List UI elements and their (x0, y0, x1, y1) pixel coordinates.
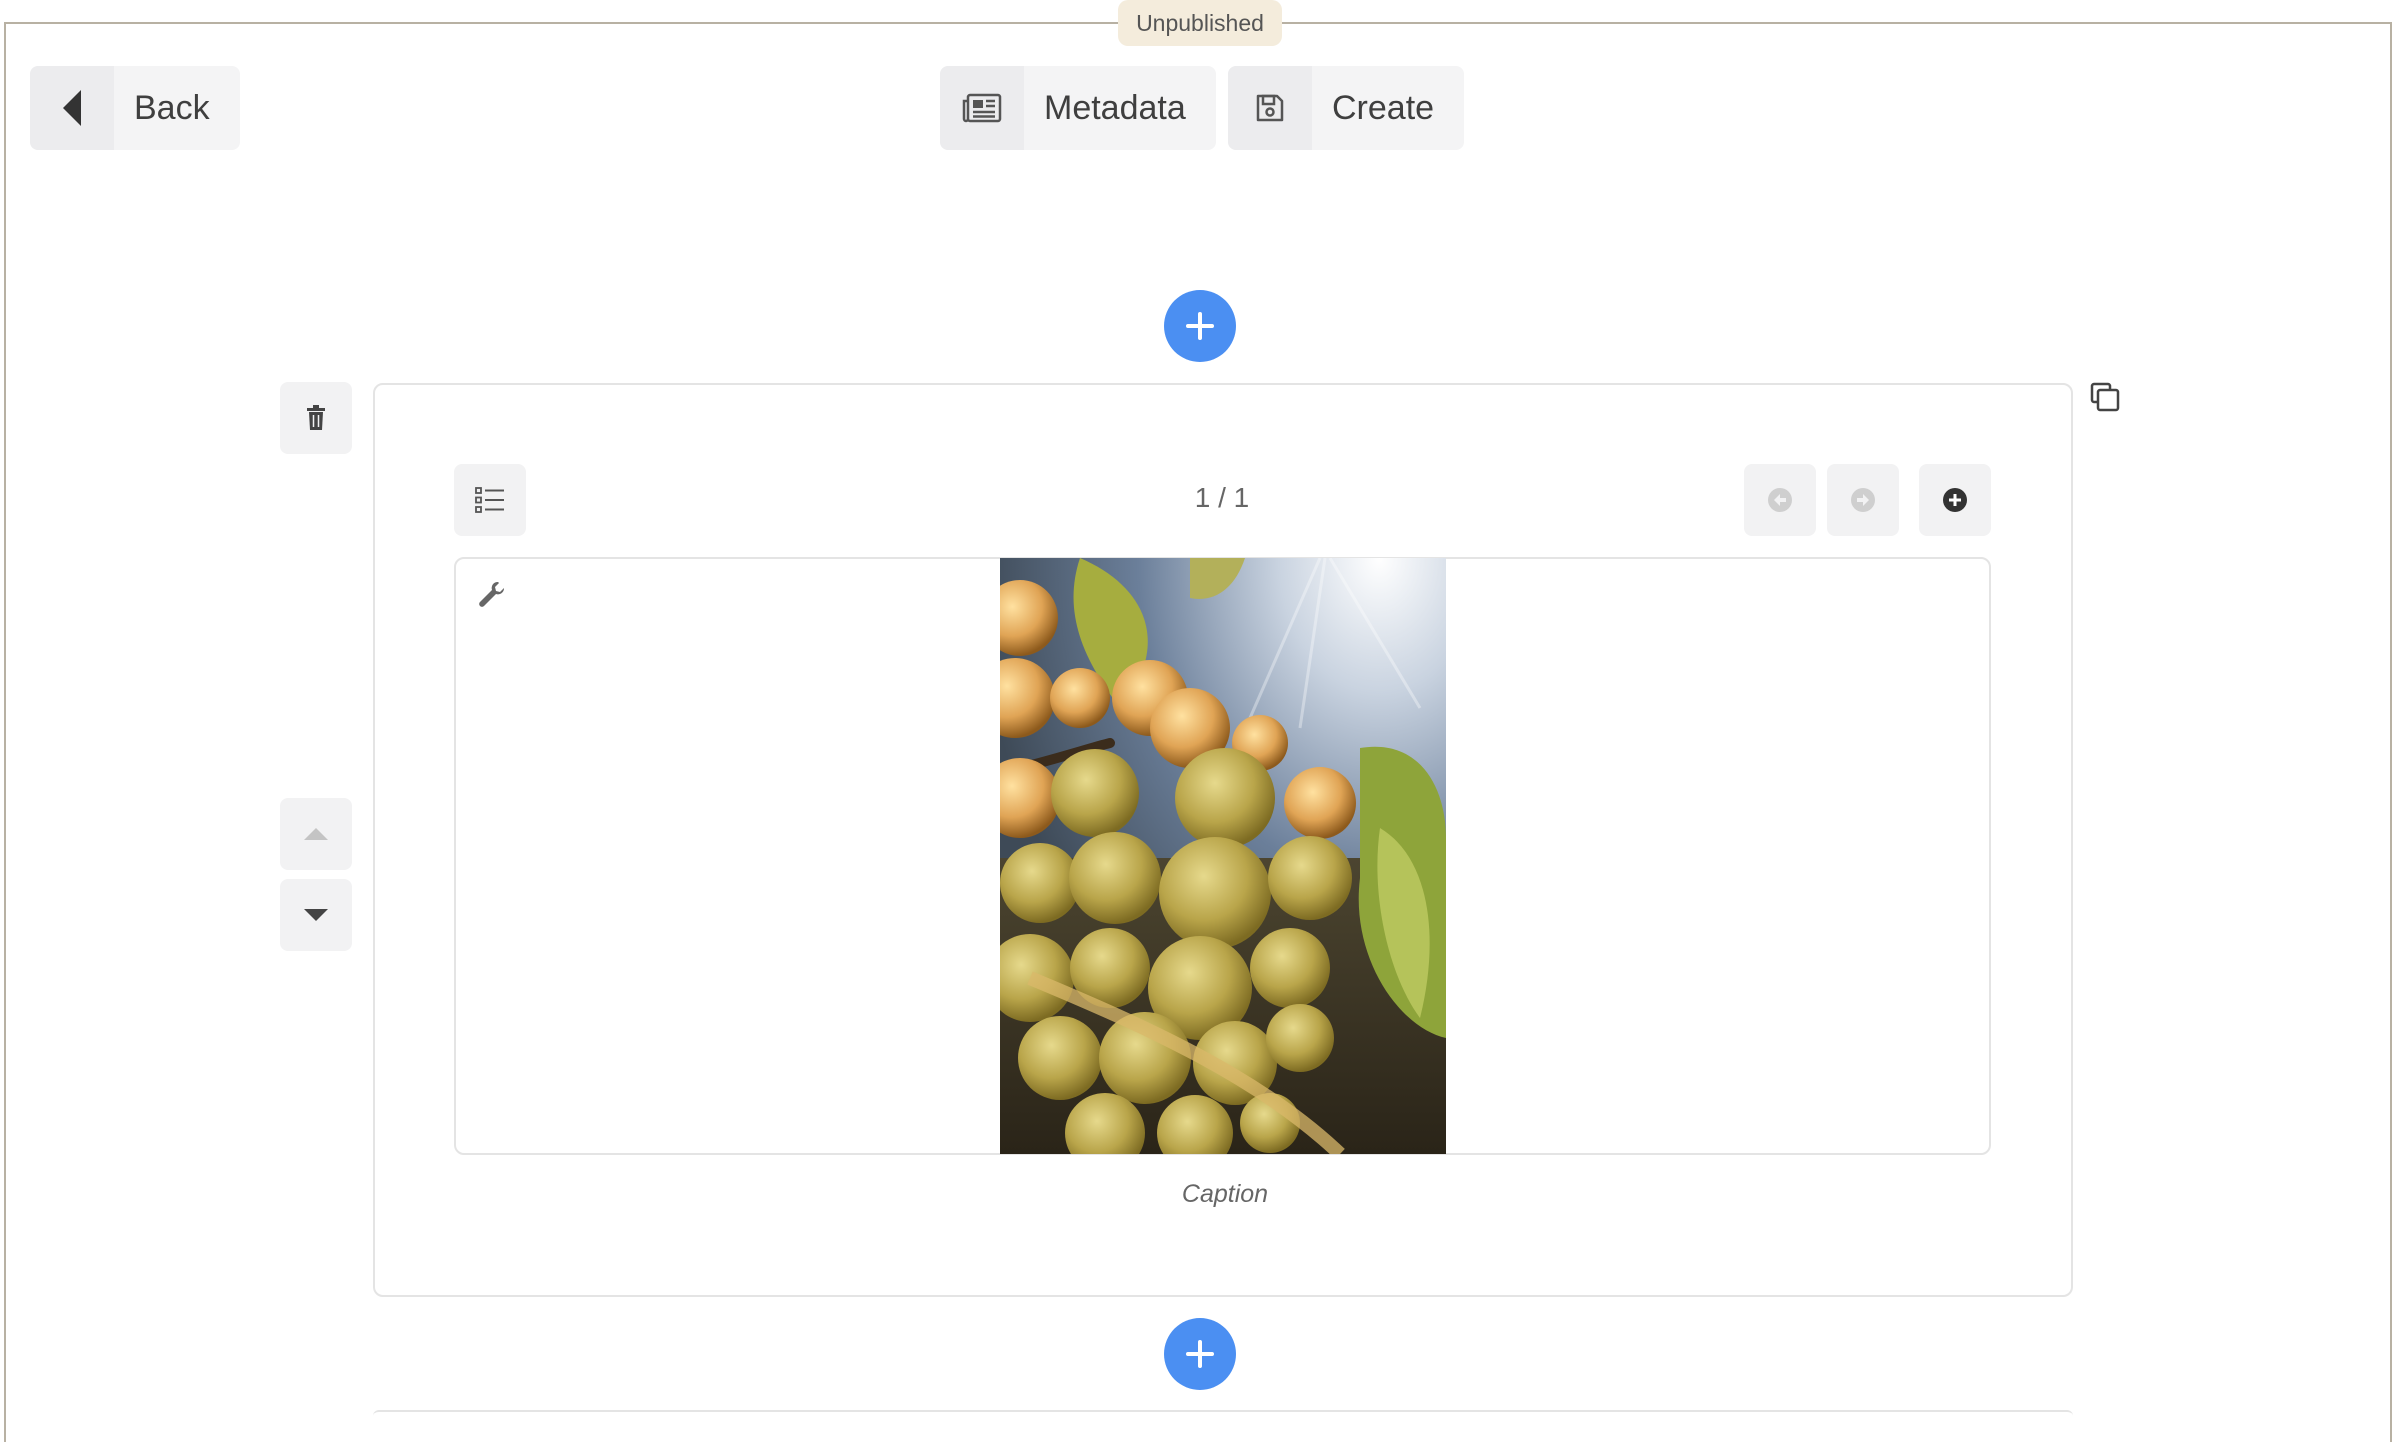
back-label: Back (134, 88, 210, 127)
metadata-button[interactable]: Metadata (940, 66, 1216, 150)
trash-icon (307, 405, 325, 430)
next-block-edge (373, 1410, 2073, 1422)
copy-block-button[interactable] (2090, 382, 2120, 417)
copy-icon (2090, 382, 2120, 412)
caret-down-icon (304, 909, 328, 921)
previous-image-button[interactable] (1744, 464, 1816, 536)
metadata-label: Metadata (1044, 88, 1186, 127)
image-caption[interactable]: Caption (1100, 1180, 1350, 1209)
delete-block-button[interactable] (280, 382, 352, 454)
next-image-button[interactable] (1827, 464, 1899, 536)
image-settings-button[interactable] (478, 580, 506, 613)
chevron-left-icon (30, 66, 114, 150)
create-label: Create (1332, 88, 1435, 127)
arrow-right-circle-icon (1851, 488, 1875, 512)
create-button[interactable]: Create (1228, 66, 1465, 150)
plus-icon (1186, 312, 1214, 340)
floppy-disk-icon (1228, 66, 1312, 150)
status-label: Unpublished (1136, 9, 1264, 36)
caret-up-icon (304, 828, 328, 840)
back-button[interactable]: Back (30, 66, 240, 150)
newspaper-icon (940, 66, 1024, 150)
move-down-button[interactable] (280, 879, 352, 951)
wrench-icon (479, 581, 505, 607)
image-counter: 1 / 1 (1194, 482, 1250, 513)
gallery-image (1000, 558, 1446, 1154)
add-block-button-bottom[interactable] (1164, 1318, 1236, 1390)
arrow-left-circle-icon (1768, 488, 1792, 512)
plus-circle-icon (1943, 488, 1967, 512)
add-image-button[interactable] (1919, 464, 1991, 536)
plus-icon (1186, 1340, 1214, 1368)
add-block-button-top[interactable] (1164, 290, 1236, 362)
image-list-button[interactable] (454, 464, 526, 536)
move-up-button[interactable] (280, 798, 352, 870)
list-icon (475, 487, 504, 513)
status-badge: Unpublished (1118, 0, 1282, 46)
